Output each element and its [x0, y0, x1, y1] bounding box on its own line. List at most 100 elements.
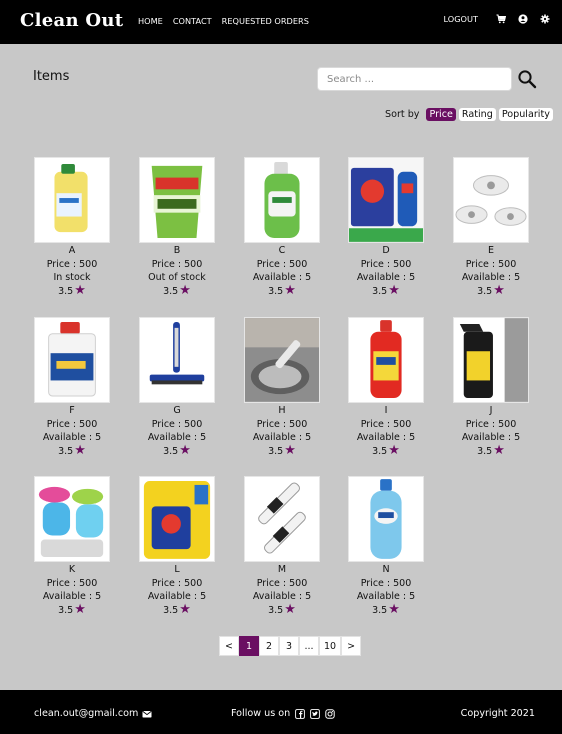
product-image[interactable]: [34, 157, 110, 243]
product-name: D: [382, 245, 390, 256]
product-name: I: [384, 405, 388, 416]
product-name: M: [277, 564, 287, 575]
footer-social: Follow us on: [231, 708, 335, 719]
star-icon: ★: [74, 602, 86, 618]
logout-link[interactable]: LOGOUT: [444, 14, 479, 24]
nav-home[interactable]: HOME: [138, 16, 163, 26]
rating-value: 3.5: [268, 285, 284, 297]
product-availability: Available : 5: [461, 272, 521, 283]
product-rating: 3.5 ★: [138, 443, 216, 459]
pagination-page-2[interactable]: 2: [259, 636, 279, 656]
product-name: H: [278, 405, 286, 416]
product-image[interactable]: [34, 317, 110, 403]
product-name: E: [487, 245, 494, 256]
product-availability: Available : 5: [461, 432, 521, 443]
product-rating: 3.5 ★: [138, 602, 216, 618]
product-price: Price : 500: [360, 258, 412, 270]
star-icon: ★: [284, 283, 296, 299]
nav-requested-orders[interactable]: REQUESTED ORDERS: [222, 16, 309, 26]
product-image[interactable]: [139, 476, 215, 562]
star-icon: ★: [179, 283, 191, 299]
sort-bar: Sort by Price Rating Popularity: [385, 108, 553, 121]
product-image[interactable]: [34, 476, 110, 562]
product-card-d[interactable]: D Price : 500 Available : 5 3.5 ★: [347, 157, 425, 298]
pagination-prev-button[interactable]: <: [219, 636, 239, 656]
product-price: Price : 500: [360, 577, 412, 589]
email-text[interactable]: clean.out@gmail.com: [34, 708, 138, 719]
rating-value: 3.5: [477, 445, 493, 457]
footer-email[interactable]: clean.out@gmail.com: [34, 708, 152, 719]
product-availability: Available : 5: [147, 591, 207, 602]
product-availability: Available : 5: [252, 591, 312, 602]
rating-value: 3.5: [477, 285, 493, 297]
pagination-page-1[interactable]: 1: [239, 636, 259, 656]
rating-value: 3.5: [58, 604, 74, 616]
sort-price-button[interactable]: Price: [426, 108, 456, 121]
product-card-h[interactable]: H Price : 500 Available : 5 3.5 ★: [243, 317, 321, 458]
pagination-page-3[interactable]: 3: [279, 636, 299, 656]
product-rating: 3.5 ★: [33, 444, 111, 459]
pagination: < 1 2 3 ... 10 >: [219, 636, 362, 656]
product-availability: Available : 5: [252, 432, 312, 443]
product-image[interactable]: [139, 157, 215, 243]
follow-text: Follow us on: [231, 708, 291, 719]
nav-contact[interactable]: CONTACT: [173, 16, 212, 26]
product-availability: Available : 5: [356, 272, 416, 283]
product-image[interactable]: [348, 317, 424, 403]
product-image[interactable]: [244, 317, 320, 403]
product-image[interactable]: [453, 157, 529, 243]
product-price: Price : 500: [46, 577, 98, 589]
search-input[interactable]: Search ...: [317, 67, 512, 91]
product-image[interactable]: [348, 157, 424, 243]
page-title: Items: [33, 69, 70, 84]
sort-label: Sort by: [385, 109, 420, 120]
search-icon[interactable]: [517, 69, 537, 89]
product-image[interactable]: [244, 476, 320, 562]
product-card-c[interactable]: C Price : 500 Available : 5 3.5 ★: [243, 157, 321, 298]
pagination-next-button[interactable]: >: [341, 636, 362, 656]
product-image[interactable]: [348, 476, 424, 562]
rating-value: 3.5: [58, 445, 74, 457]
brand-logo[interactable]: Clean Out: [20, 10, 123, 31]
rating-value: 3.5: [58, 285, 74, 297]
product-availability: Out of stock: [148, 272, 206, 283]
product-card-g[interactable]: G Price : 500 Available : 5 3.5 ★: [138, 317, 216, 458]
product-image[interactable]: [139, 317, 215, 403]
product-name: F: [69, 405, 75, 416]
product-image[interactable]: [244, 157, 320, 243]
product-card-m[interactable]: M Price : 500 Available : 5 3.5 ★: [243, 476, 321, 617]
product-name: K: [68, 564, 76, 575]
product-card-e[interactable]: E Price : 500 Available : 5 3.5 ★: [452, 157, 530, 298]
product-card-f[interactable]: F Price : 500 Available : 5 3.5 ★: [33, 317, 111, 458]
product-card-l[interactable]: L Price : 500 Available : 5 3.5 ★: [138, 476, 216, 617]
product-availability: Available : 5: [356, 432, 416, 443]
product-card-j[interactable]: J Price : 500 Available : 5 3.5 ★: [452, 317, 530, 458]
instagram-icon[interactable]: [325, 708, 335, 719]
product-rating: 3.5 ★: [243, 603, 321, 618]
product-rating: 3.5 ★: [138, 283, 216, 299]
sort-rating-button[interactable]: Rating: [458, 108, 496, 121]
product-card-k[interactable]: K Price : 500 Available : 5 3.5 ★: [33, 476, 111, 617]
product-rating: 3.5 ★: [347, 284, 425, 299]
product-card-a[interactable]: A Price : 500 In stock 3.5 ★: [33, 157, 111, 298]
mail-icon: [142, 710, 152, 717]
star-icon: ★: [179, 443, 191, 459]
product-price: Price : 500: [256, 577, 308, 589]
product-name: A: [68, 245, 76, 256]
main-nav: HOME CONTACT REQUESTED ORDERS: [138, 16, 309, 26]
settings-icon[interactable]: [540, 14, 550, 24]
cart-icon[interactable]: [496, 14, 506, 24]
star-icon: ★: [179, 602, 191, 618]
product-card-n[interactable]: N Price : 500 Available : 5 3.5 ★: [347, 476, 425, 617]
product-card-b[interactable]: B Price : 500 Out of stock 3.5 ★: [138, 157, 216, 298]
footer: clean.out@gmail.com Follow us on Copyrig…: [0, 690, 562, 734]
star-icon: ★: [493, 443, 505, 459]
sort-popularity-button[interactable]: Popularity: [498, 108, 553, 121]
product-card-i[interactable]: I Price : 500 Available : 5 3.5 ★: [347, 317, 425, 458]
twitter-icon[interactable]: [310, 708, 321, 719]
pagination-page-10[interactable]: 10: [319, 636, 342, 656]
user-icon[interactable]: [518, 14, 528, 24]
product-image[interactable]: [453, 317, 529, 403]
facebook-icon[interactable]: [295, 708, 306, 719]
product-price: Price : 500: [360, 418, 412, 430]
